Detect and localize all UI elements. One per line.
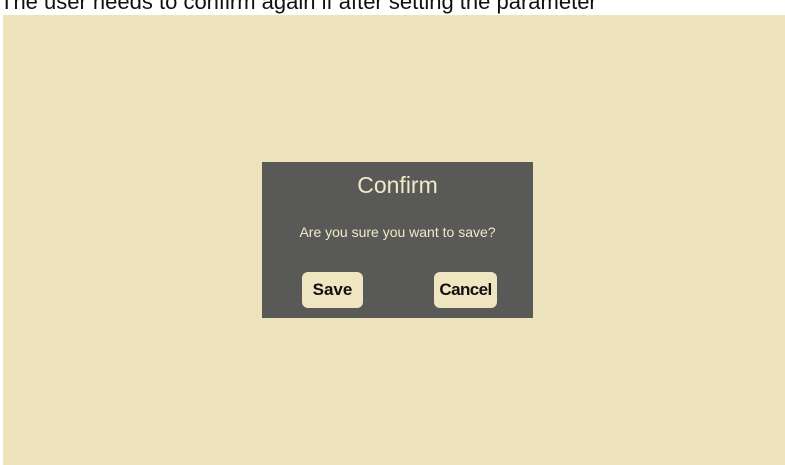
dialog-title: Confirm xyxy=(357,172,438,198)
save-button[interactable]: Save xyxy=(302,272,363,308)
dialog-message: Are you sure you want to save? xyxy=(299,224,496,240)
caption-text: The user needs to confirm again if after… xyxy=(0,0,597,14)
caption-strip: The user needs to confirm again if after… xyxy=(0,0,785,15)
confirm-dialog: Confirm Are you sure you want to save? S… xyxy=(262,162,533,318)
cancel-button[interactable]: Cancel xyxy=(434,272,497,308)
